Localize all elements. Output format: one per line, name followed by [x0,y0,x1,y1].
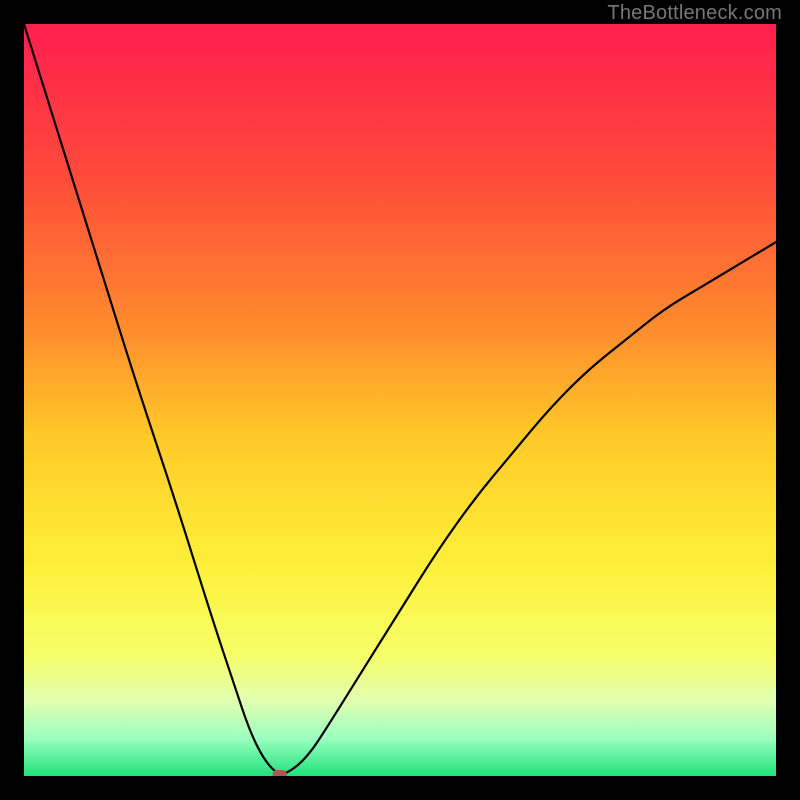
gradient-background [24,24,776,776]
minimum-marker [273,770,287,776]
watermark-label: TheBottleneck.com [607,2,782,25]
chart-frame [24,24,776,776]
bottleneck-chart [24,24,776,776]
